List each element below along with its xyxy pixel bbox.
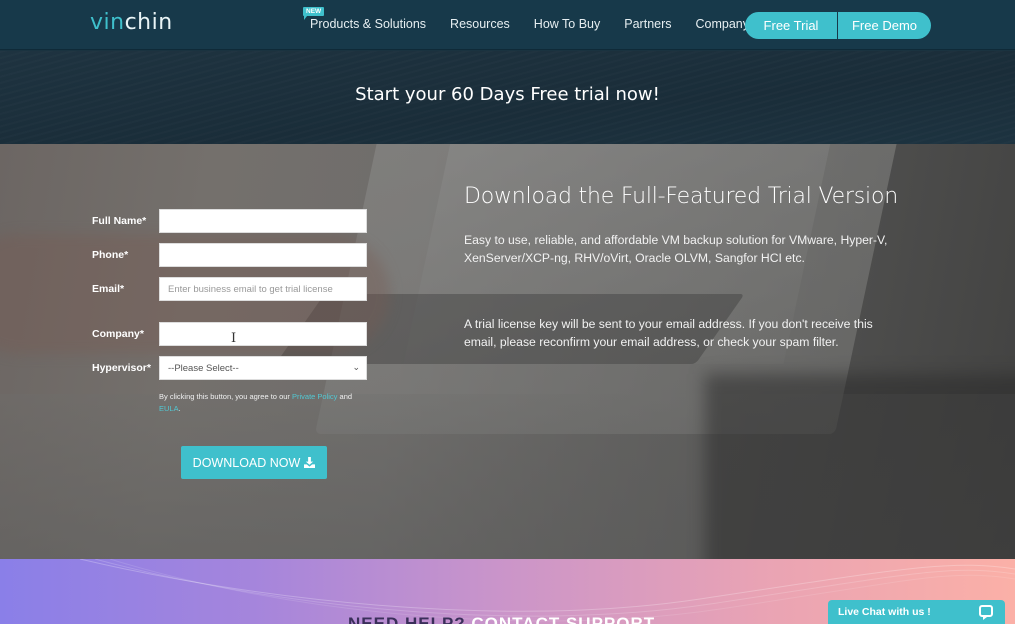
email-input[interactable]	[159, 277, 367, 301]
phone-input[interactable]	[159, 243, 367, 267]
logo-part-vin: vin	[90, 10, 125, 35]
live-chat-label: Live Chat with us !	[838, 606, 931, 618]
phone-label: Phone*	[92, 249, 129, 261]
chat-bubble-icon	[979, 605, 993, 620]
privacy-policy-link[interactable]: Private Policy	[292, 392, 337, 401]
need-help-heading: NEED HELP? CONTACT SUPPORT	[348, 614, 655, 624]
logo-part-chin: chin	[124, 10, 173, 35]
company-label: Company*	[92, 328, 144, 340]
company-input[interactable]	[159, 322, 367, 346]
nav-how-to-buy[interactable]: How To Buy	[534, 17, 600, 31]
hero-section: Full Name* Phone* Email* Company* I Hype…	[0, 144, 1015, 559]
agreement-text: By clicking this button, you agree to ou…	[159, 391, 359, 414]
vinchin-logo[interactable]: vinchin	[90, 10, 173, 35]
text-cursor-icon: I	[231, 331, 237, 346]
nav-partners[interactable]: Partners	[624, 17, 671, 31]
new-badge: NEW	[303, 7, 325, 20]
banner-title: Start your 60 Days Free trial now!	[355, 84, 660, 105]
hero-description: Easy to use, reliable, and affordable VM…	[464, 233, 888, 265]
email-label: Email*	[92, 283, 125, 295]
nav-company[interactable]: Company	[696, 17, 750, 31]
contact-support-text[interactable]: CONTACT SUPPORT	[471, 614, 655, 624]
license-info: A trial license key will be sent to your…	[464, 317, 873, 349]
hypervisor-selected-value: --Please Select--	[168, 362, 239, 374]
agreement-and: and	[337, 392, 353, 401]
nav-products-solutions[interactable]: NEW Products & Solutions	[303, 7, 427, 31]
hero-title: Download the Full-Featured Trial Version	[464, 184, 898, 209]
cta-group: Free Trial Free Demo	[745, 12, 931, 39]
hypervisor-select[interactable]: --Please Select-- ⌄	[159, 356, 367, 380]
nav-resources[interactable]: Resources	[450, 17, 510, 31]
live-chat-widget[interactable]: Live Chat with us !	[828, 600, 1005, 624]
chevron-down-icon: ⌄	[352, 362, 360, 372]
agreement-suffix: .	[178, 403, 181, 413]
full-name-label: Full Name*	[92, 215, 147, 227]
main-nav: NEW Products & Solutions Resources How T…	[303, 7, 773, 31]
background-shadow	[705, 374, 1015, 559]
download-now-button[interactable]: DOWNLOAD NOW	[181, 446, 327, 479]
need-help-text: NEED HELP?	[348, 614, 472, 624]
hypervisor-label: Hypervisor*	[92, 362, 151, 374]
agreement-prefix: By clicking this button, you agree to ou…	[159, 392, 292, 401]
free-trial-button[interactable]: Free Trial	[745, 12, 837, 39]
eula-link[interactable]: EULA	[159, 404, 179, 413]
site-header: vinchin NEW Products & Solutions Resourc…	[0, 0, 1015, 50]
full-name-input[interactable]	[159, 209, 367, 233]
nav-label: Products & Solutions	[310, 17, 427, 31]
download-icon	[304, 457, 316, 468]
free-demo-button[interactable]: Free Demo	[838, 12, 931, 39]
trial-banner: Start your 60 Days Free trial now!	[0, 51, 1015, 144]
download-now-label: DOWNLOAD NOW	[192, 455, 301, 470]
